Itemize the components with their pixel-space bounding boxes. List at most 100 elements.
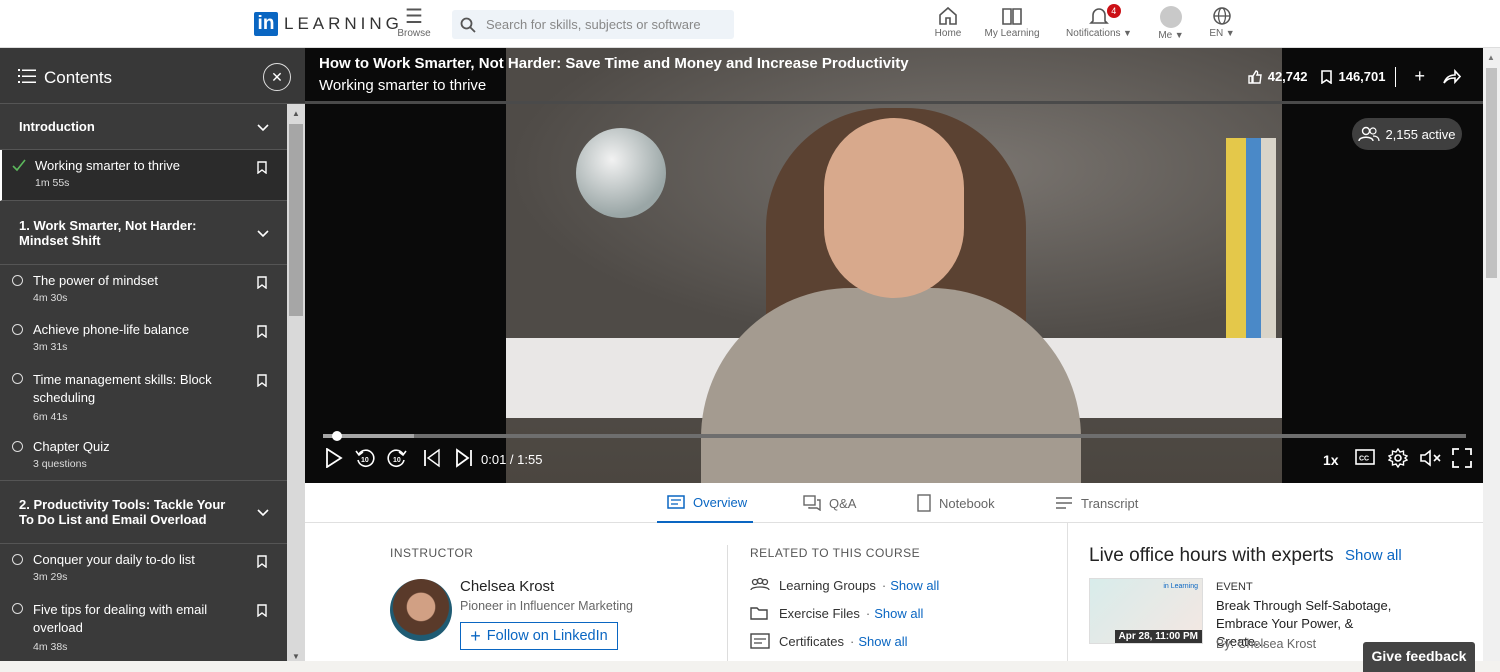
save-button[interactable]: 146,701 bbox=[1321, 69, 1385, 84]
nav-notifications-label: Notifications bbox=[1066, 28, 1121, 39]
related-item-label: Exercise Files bbox=[779, 605, 860, 621]
fullscreen-icon[interactable] bbox=[1452, 448, 1472, 468]
muted-volume-icon[interactable] bbox=[1420, 448, 1442, 468]
bookmark-icon[interactable] bbox=[257, 276, 267, 289]
bookmark-icon[interactable] bbox=[257, 161, 267, 174]
nav-me[interactable]: Me ▼ bbox=[1153, 6, 1189, 41]
search-bar[interactable] bbox=[452, 10, 734, 39]
bookmark-icon[interactable] bbox=[257, 555, 267, 568]
progress-bar[interactable] bbox=[323, 431, 1466, 441]
video-frame bbox=[506, 48, 1282, 483]
course-title: How to Work Smarter, Not Harder: Save Ti… bbox=[319, 55, 909, 72]
instructor-role: Pioneer in Influencer Marketing bbox=[460, 599, 634, 613]
incomplete-circle-icon bbox=[12, 603, 23, 614]
live-office-hours-panel: Live office hours with experts Show all … bbox=[1067, 523, 1483, 661]
rewind-10-icon[interactable]: 10 bbox=[355, 448, 375, 468]
notebook-icon bbox=[917, 494, 931, 512]
forward-10-icon[interactable]: 10 bbox=[387, 448, 407, 468]
nav-my-learning-label: My Learning bbox=[984, 28, 1040, 39]
share-icon[interactable] bbox=[1443, 68, 1461, 85]
list-item[interactable]: The power of mindset 4m 30s bbox=[0, 265, 287, 314]
list-item[interactable]: Conquer your daily to-do list 3m 29s bbox=[0, 544, 287, 593]
item-duration: 6m 41s bbox=[33, 411, 68, 423]
linkedin-learning-logo[interactable]: in LEARNING bbox=[254, 12, 403, 36]
show-all-link[interactable]: Show all bbox=[890, 578, 939, 593]
bookmark-icon bbox=[1321, 69, 1333, 84]
tab-qa[interactable]: Q&A bbox=[803, 483, 856, 523]
section-title: 1. Work Smarter, Not Harder: Mindset Shi… bbox=[19, 217, 197, 248]
item-title: Chapter Quiz bbox=[33, 439, 110, 454]
scrollbar-thumb[interactable] bbox=[289, 124, 303, 316]
bookmark-icon[interactable] bbox=[257, 374, 267, 387]
add-icon[interactable]: + bbox=[1414, 66, 1425, 87]
scroll-up-arrow-icon[interactable]: ▲ bbox=[1487, 53, 1495, 62]
follow-on-linkedin-button[interactable]: + Follow on LinkedIn bbox=[460, 622, 618, 650]
list-item[interactable]: Five tips for dealing with email overloa… bbox=[0, 593, 287, 661]
instructor-avatar[interactable] bbox=[390, 579, 452, 641]
settings-gear-icon[interactable] bbox=[1388, 448, 1408, 468]
item-duration: 3m 31s bbox=[33, 341, 68, 353]
live-show-all-link[interactable]: Show all bbox=[1345, 547, 1402, 564]
like-button[interactable]: 42,742 bbox=[1248, 69, 1307, 84]
contents-header: Contents ✕ bbox=[0, 48, 305, 104]
saves-count: 146,701 bbox=[1338, 69, 1386, 84]
user-avatar bbox=[1160, 6, 1182, 28]
previous-icon[interactable] bbox=[423, 448, 441, 468]
scroll-down-arrow-icon[interactable]: ▼ bbox=[292, 652, 300, 661]
list-item[interactable]: Chapter Quiz 3 questions bbox=[0, 431, 287, 480]
tab-notebook[interactable]: Notebook bbox=[917, 483, 995, 523]
nav-me-label: Me bbox=[1158, 30, 1173, 41]
tab-transcript[interactable]: Transcript bbox=[1055, 483, 1138, 523]
list-item[interactable]: Time management skills: Block scheduling… bbox=[0, 363, 287, 431]
closed-captions-icon[interactable]: CC bbox=[1355, 448, 1375, 466]
nav-language[interactable]: EN ▼ bbox=[1204, 6, 1240, 39]
nav-notifications[interactable]: 4 Notifications ▼ bbox=[1060, 4, 1138, 39]
event-thumbnail[interactable]: in Learning Apr 28, 11:00 PM bbox=[1089, 578, 1203, 644]
chat-bubbles-icon bbox=[803, 495, 821, 511]
page-scrollbar-thumb[interactable] bbox=[1486, 68, 1497, 278]
section-header[interactable]: 1. Work Smarter, Not Harder: Mindset Shi… bbox=[0, 201, 287, 265]
progress-handle[interactable] bbox=[332, 431, 343, 441]
list-item[interactable]: Working smarter to thrive 1m 55s bbox=[0, 150, 287, 201]
playback-speed-button[interactable]: 1x bbox=[1323, 452, 1339, 468]
related-heading: RELATED TO THIS COURSE bbox=[750, 546, 921, 560]
item-title: Time management skills: Block scheduling bbox=[33, 372, 212, 405]
dot-separator: · bbox=[865, 605, 871, 621]
dot-separator: · bbox=[850, 633, 855, 649]
show-all-link[interactable]: Show all bbox=[874, 606, 923, 621]
section-header[interactable]: Introduction bbox=[0, 104, 287, 150]
contents-list: Introduction Working smarter to thrive 1… bbox=[0, 104, 287, 661]
close-sidebar-button[interactable]: ✕ bbox=[263, 63, 291, 91]
item-title: Working smarter to thrive bbox=[35, 158, 180, 173]
divider bbox=[727, 545, 728, 661]
nav-home[interactable]: Home bbox=[928, 6, 968, 39]
section-title: 2. Productivity Tools: Tackle Your To Do… bbox=[19, 497, 226, 527]
show-all-link[interactable]: Show all bbox=[858, 634, 907, 649]
tab-overview[interactable]: Overview bbox=[657, 483, 753, 523]
play-icon[interactable] bbox=[325, 448, 343, 468]
active-learners-badge[interactable]: 2,155 active bbox=[1352, 118, 1462, 150]
bookmark-icon[interactable] bbox=[257, 604, 267, 617]
nav-my-learning[interactable]: My Learning bbox=[980, 6, 1044, 39]
instructor-name[interactable]: Chelsea Krost bbox=[460, 578, 554, 595]
globe-icon bbox=[1213, 7, 1231, 25]
item-title: Conquer your daily to-do list bbox=[33, 552, 195, 567]
chevron-down-icon bbox=[257, 509, 269, 517]
page-scrollbar[interactable]: ▲ bbox=[1483, 48, 1500, 661]
search-input[interactable] bbox=[486, 17, 726, 32]
close-icon: ✕ bbox=[271, 69, 283, 85]
scroll-up-arrow-icon[interactable]: ▲ bbox=[292, 109, 300, 118]
search-icon bbox=[460, 17, 476, 33]
browse-button[interactable]: ☰ Browse bbox=[396, 6, 432, 39]
divider bbox=[1395, 66, 1397, 87]
sidebar-scrollbar[interactable]: ▲ ▼ bbox=[287, 104, 305, 661]
incomplete-circle-icon bbox=[12, 373, 23, 384]
video-player[interactable]: How to Work Smarter, Not Harder: Save Ti… bbox=[305, 48, 1483, 483]
header-divider bbox=[305, 101, 1483, 104]
section-header[interactable]: 2. Productivity Tools: Tackle Your To Do… bbox=[0, 480, 287, 544]
top-nav-bar: in LEARNING ☰ Browse Home My Learning 4 … bbox=[0, 0, 1500, 48]
list-item[interactable]: Achieve phone-life balance 3m 31s bbox=[0, 314, 287, 363]
next-icon[interactable] bbox=[455, 448, 473, 468]
bookmark-icon[interactable] bbox=[257, 325, 267, 338]
give-feedback-button[interactable]: Give feedback bbox=[1363, 642, 1475, 672]
